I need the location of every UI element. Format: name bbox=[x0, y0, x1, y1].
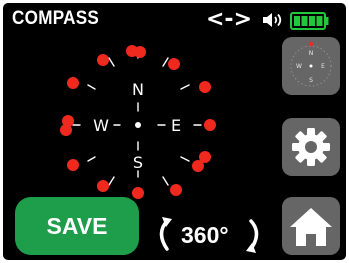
swap-arrows-button[interactable]: <-> bbox=[206, 7, 252, 32]
compass-marker bbox=[204, 119, 216, 131]
compass-center-dot bbox=[135, 122, 141, 128]
settings-button[interactable] bbox=[282, 118, 340, 176]
compass-marker bbox=[67, 77, 79, 89]
compass-marker bbox=[67, 159, 79, 171]
mini-compass-icon: N S W E bbox=[290, 41, 332, 87]
compass-dial[interactable]: N S W E bbox=[48, 33, 228, 203]
battery-icon bbox=[290, 12, 329, 30]
compass-marker bbox=[168, 58, 180, 70]
compass-label-n: N bbox=[132, 80, 144, 99]
device-screen: COMPASS <-> N S W E N S W E SAVE 360° bbox=[3, 3, 346, 260]
compass-marker bbox=[170, 184, 182, 196]
speaker-icon[interactable] bbox=[262, 12, 284, 28]
compass-label-s: S bbox=[133, 153, 143, 172]
svg-text:S: S bbox=[309, 77, 313, 84]
compass-marker bbox=[134, 46, 146, 58]
compass-marker bbox=[97, 54, 109, 66]
compass-label-e: E bbox=[171, 116, 181, 135]
compass-marker bbox=[192, 160, 204, 172]
compass-marker bbox=[60, 124, 72, 136]
mini-compass-button[interactable]: N S W E bbox=[282, 37, 340, 95]
home-icon bbox=[290, 208, 332, 246]
svg-text:N: N bbox=[309, 50, 314, 57]
home-button[interactable] bbox=[282, 197, 340, 255]
rotation-label: 360° bbox=[181, 222, 229, 248]
svg-text:E: E bbox=[321, 63, 325, 70]
gear-icon bbox=[292, 128, 330, 166]
compass-label-w: W bbox=[93, 116, 109, 135]
svg-text:W: W bbox=[296, 63, 302, 70]
save-button[interactable]: SAVE bbox=[15, 197, 139, 255]
app-title: COMPASS bbox=[12, 8, 100, 29]
compass-marker bbox=[132, 187, 144, 199]
compass-marker bbox=[97, 180, 109, 192]
compass-marker bbox=[199, 81, 211, 93]
